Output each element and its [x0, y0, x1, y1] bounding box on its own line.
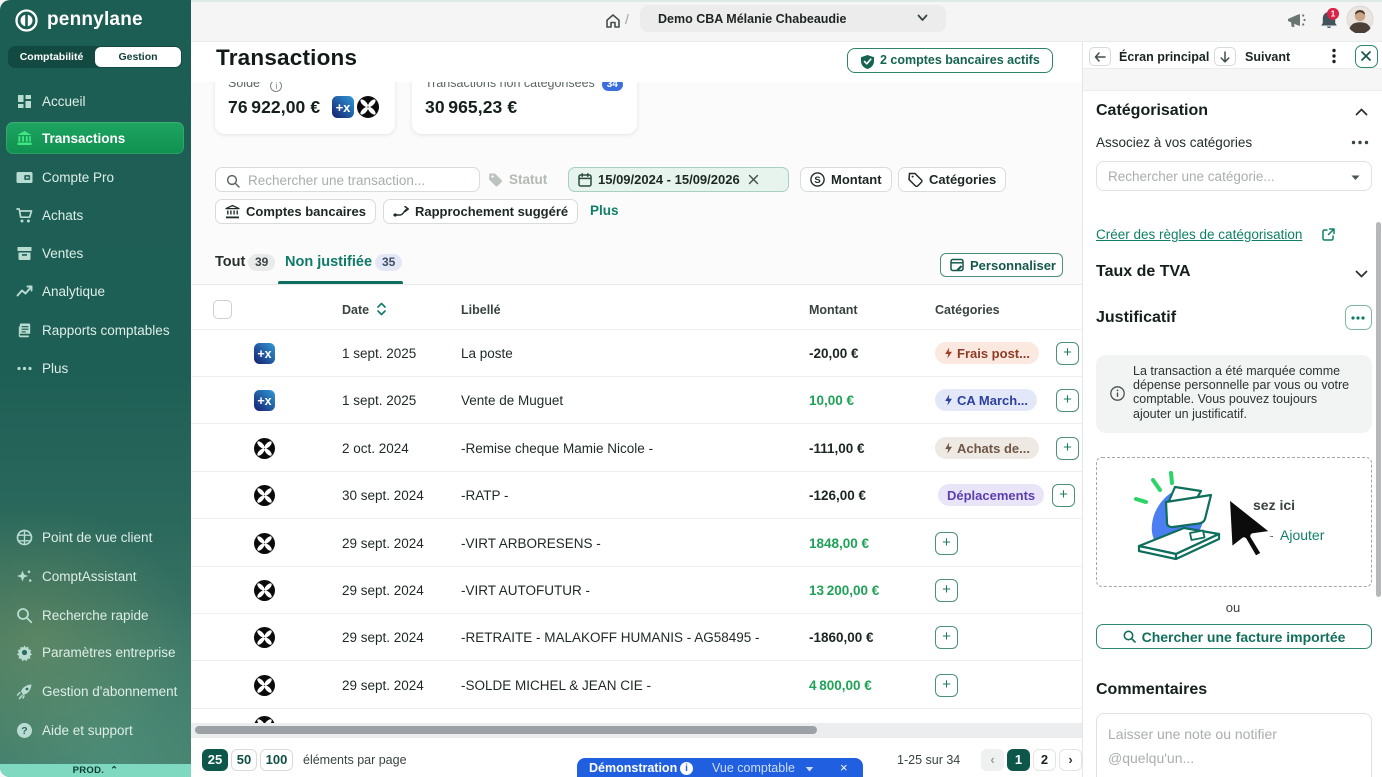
- svg-text:+x: +x: [336, 100, 352, 115]
- svg-text:1: 1: [1331, 10, 1336, 19]
- svg-text:?: ?: [21, 725, 27, 737]
- svg-text:S: S: [814, 175, 820, 186]
